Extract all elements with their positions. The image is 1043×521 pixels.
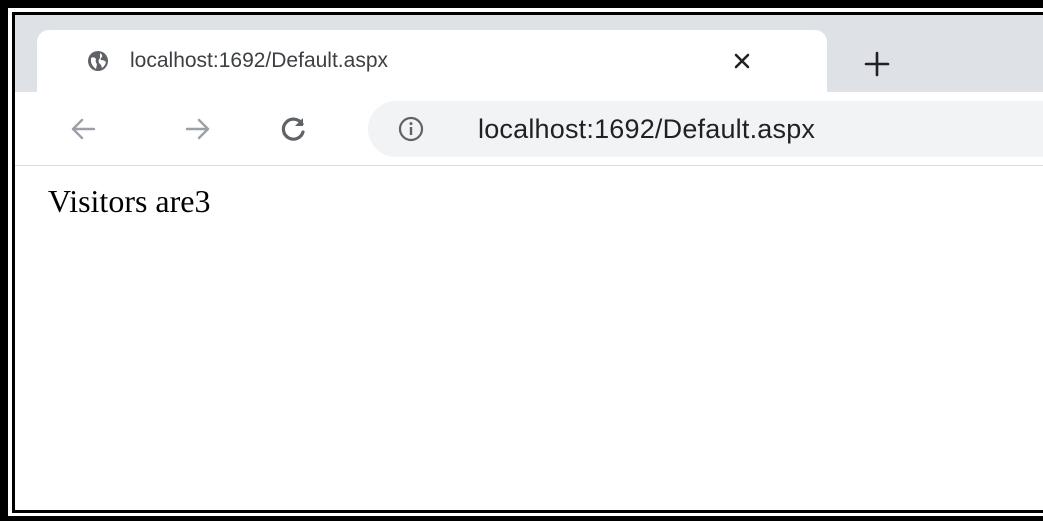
page-content: Visitors are3 <box>15 166 1043 510</box>
browser-window: localhost:1692/Default.aspx localhost:16… <box>15 15 1043 510</box>
globe-icon <box>87 50 109 72</box>
tab-strip: localhost:1692/Default.aspx <box>15 15 1043 92</box>
url-text[interactable]: localhost:1692/Default.aspx <box>478 111 815 147</box>
plus-icon[interactable] <box>861 48 893 80</box>
reload-icon[interactable] <box>275 111 311 147</box>
address-bar[interactable]: localhost:1692/Default.aspx <box>368 101 1043 157</box>
tab-active[interactable]: localhost:1692/Default.aspx <box>37 30 827 92</box>
tab-title: localhost:1692/Default.aspx <box>130 49 388 72</box>
close-icon[interactable] <box>730 49 754 73</box>
back-arrow-icon[interactable] <box>65 111 101 147</box>
toolbar: localhost:1692/Default.aspx <box>15 92 1043 166</box>
visitors-count-text: Visitors are3 <box>48 183 211 219</box>
info-icon[interactable] <box>398 116 424 142</box>
forward-arrow-icon[interactable] <box>180 111 216 147</box>
